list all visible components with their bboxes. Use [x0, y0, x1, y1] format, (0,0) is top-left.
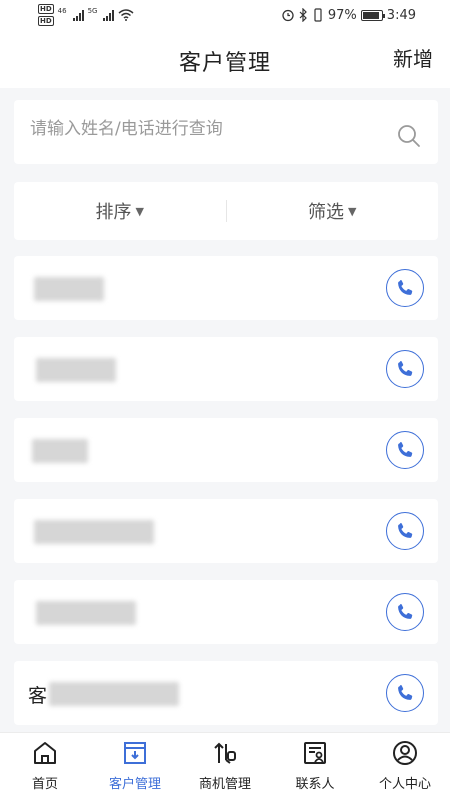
battery-percent: 97%: [327, 7, 357, 23]
blurred-name: [36, 358, 116, 382]
phone-icon: [398, 280, 413, 295]
sort-label: 排序: [95, 202, 132, 223]
call-button[interactable]: [386, 593, 424, 631]
signal-b-icon: [103, 9, 115, 21]
phone-icon: [398, 361, 413, 376]
search-bar: [14, 100, 438, 164]
search-icon[interactable]: [396, 123, 422, 149]
nav-label-customers: 客户管理: [108, 777, 161, 792]
caret-down-icon: ▼: [348, 204, 357, 218]
customer-item[interactable]: [14, 499, 438, 563]
battery-icon: [360, 9, 385, 21]
nav-item-profile[interactable]: 个人中心: [360, 733, 450, 800]
call-button[interactable]: [386, 269, 424, 307]
page-title: 客户管理: [178, 51, 271, 76]
call-button[interactable]: [386, 512, 424, 550]
nav-item-customers[interactable]: 客户管理: [90, 733, 180, 800]
customer-name: [28, 519, 154, 545]
alarm-icon: [282, 9, 294, 22]
status-left: HD HD 46 5G: [38, 3, 134, 27]
customer-item[interactable]: [14, 418, 438, 482]
contact-card-icon: [304, 742, 326, 764]
customer-board-icon: [124, 742, 146, 764]
add-customer-button[interactable]: 新增: [393, 43, 433, 72]
nav-label-opportunities: 商机管理: [198, 777, 251, 792]
customer-item[interactable]: [14, 256, 438, 320]
vibrate-icon: [314, 8, 322, 22]
hd-badge-icon: HD HD: [38, 4, 54, 26]
nav-item-opportunities[interactable]: 商机管理: [180, 733, 270, 800]
caret-down-icon: ▼: [135, 204, 144, 218]
status-right: 97% 3:49: [281, 8, 416, 23]
customer-name: [28, 600, 136, 626]
blurred-name: [34, 520, 154, 544]
status-bar: HD HD 46 5G 97% 3:49: [0, 0, 450, 30]
call-button[interactable]: [386, 431, 424, 469]
nav-item-home[interactable]: 首页: [0, 733, 90, 800]
customer-item[interactable]: 客: [14, 661, 438, 725]
user-circle-icon: [393, 741, 417, 765]
customer-list: 客: [14, 256, 438, 742]
app-header: 客户管理 新增: [0, 30, 450, 88]
filter-label: 筛选: [308, 202, 345, 223]
wifi-icon: [118, 9, 134, 21]
blurred-name: [49, 682, 180, 706]
network-b-label: 5G: [87, 7, 98, 15]
opportunity-icon: [214, 742, 236, 764]
search-input[interactable]: [30, 119, 370, 139]
nav-label-contacts: 联系人: [295, 777, 335, 792]
filter-bar: 排序 ▼ 筛选 ▼: [14, 182, 438, 240]
network-a-label: 46: [57, 7, 67, 15]
blurred-name: [32, 439, 88, 463]
filter-dropdown[interactable]: 筛选 ▼: [227, 198, 439, 224]
nav-label-home: 首页: [31, 777, 58, 792]
phone-icon: [398, 523, 413, 538]
phone-icon: [398, 685, 413, 700]
phone-icon: [398, 442, 413, 457]
call-button[interactable]: [386, 674, 424, 712]
status-time: 3:49: [386, 7, 416, 23]
customer-name: 客: [28, 681, 180, 707]
home-icon: [34, 742, 56, 764]
call-button[interactable]: [386, 350, 424, 388]
customer-item[interactable]: [14, 337, 438, 401]
customer-name: [28, 357, 116, 383]
customer-name: [28, 276, 104, 302]
bottom-nav: 首页 客户管理 商机管理 联系人 个人中心: [0, 732, 450, 800]
bluetooth-icon: [299, 8, 307, 22]
nav-label-profile: 个人中心: [378, 777, 431, 792]
signal-a-icon: [72, 9, 84, 21]
customer-item[interactable]: [14, 580, 438, 644]
customer-name: [28, 438, 88, 464]
nav-item-contacts[interactable]: 联系人: [270, 733, 360, 800]
sort-dropdown[interactable]: 排序 ▼: [14, 198, 226, 224]
customer-name-text: 客: [28, 684, 48, 707]
phone-icon: [398, 604, 413, 619]
blurred-name: [36, 601, 136, 625]
blurred-name: [34, 277, 104, 301]
